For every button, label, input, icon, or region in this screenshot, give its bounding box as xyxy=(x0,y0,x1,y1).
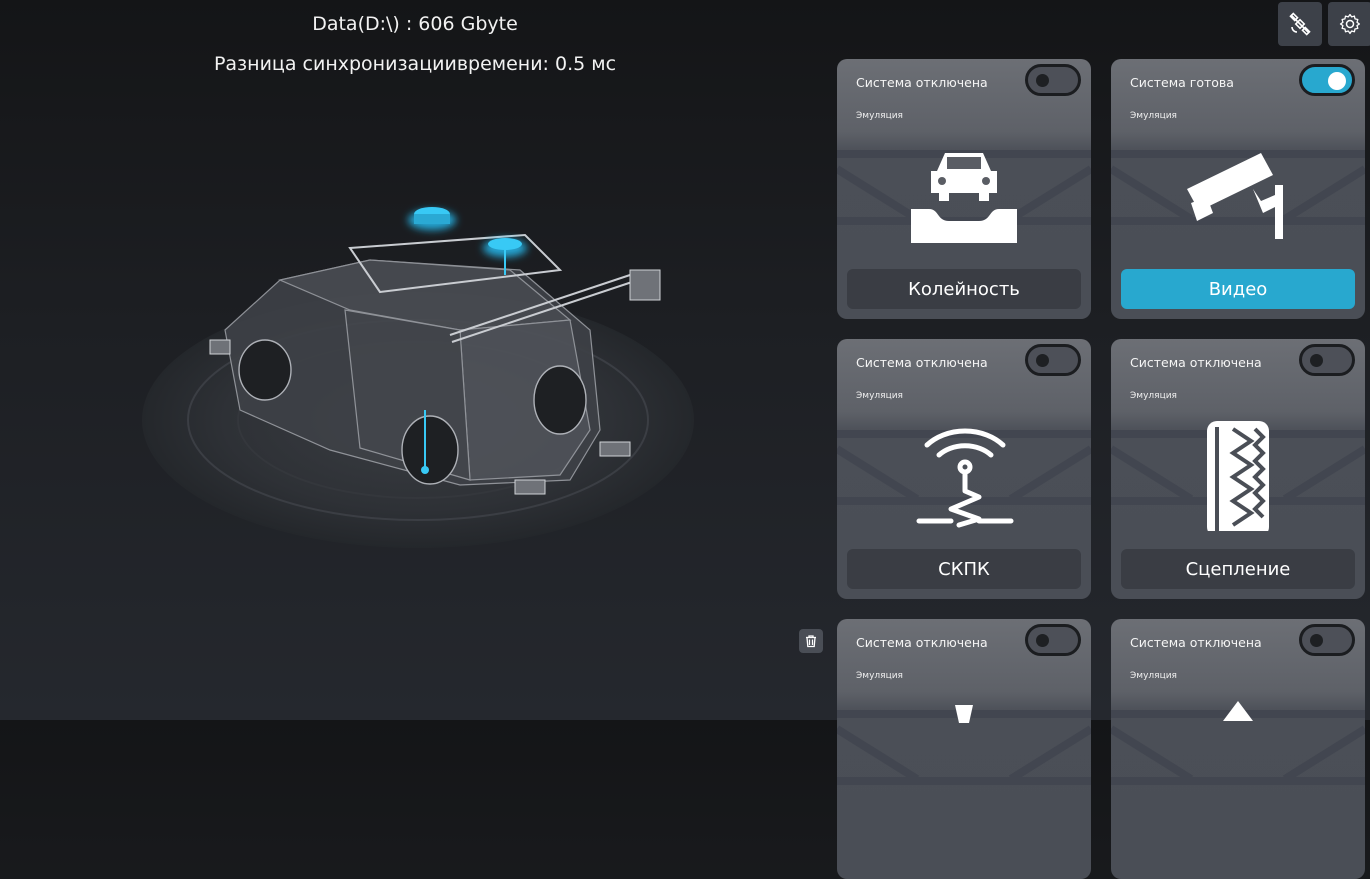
card-skpk: Система отключена Эмуляция СКПК xyxy=(837,339,1091,599)
card-direction: Система отключена Эмуляция xyxy=(1111,619,1365,879)
sync-info: Разница синхронизациивремени: 0.5 мс xyxy=(213,53,617,75)
sensor-icon xyxy=(955,705,973,723)
card-label-button[interactable]: Сцепление xyxy=(1121,549,1355,589)
system-toggle[interactable] xyxy=(1025,344,1081,376)
signal-sensor-icon xyxy=(916,428,1014,528)
card-mode: Эмуляция xyxy=(1130,391,1177,401)
system-toggle[interactable] xyxy=(1299,344,1355,376)
trash-icon xyxy=(806,635,816,648)
card-sensor: Система отключена Эмуляция xyxy=(837,619,1091,879)
system-toggle[interactable] xyxy=(1299,64,1355,96)
card-status: Система отключена xyxy=(856,75,988,90)
delete-button[interactable] xyxy=(799,629,823,653)
arrow-icon xyxy=(1223,701,1253,721)
system-toggle[interactable] xyxy=(1025,64,1081,96)
card-status: Система готова xyxy=(1130,75,1234,90)
card-mode: Эмуляция xyxy=(1130,111,1177,121)
camera-icon xyxy=(1187,153,1283,239)
card-status: Система отключена xyxy=(856,635,988,650)
vehicle-illustration xyxy=(142,207,694,548)
system-toggle[interactable] xyxy=(1299,624,1355,656)
card-status: Система отключена xyxy=(1130,635,1262,650)
card-mode: Эмуляция xyxy=(856,391,903,401)
satellite-icon xyxy=(1289,12,1311,36)
card-label-button[interactable]: СКПК xyxy=(847,549,1081,589)
card-mode: Эмуляция xyxy=(856,111,903,121)
card-mode: Эмуляция xyxy=(856,671,903,681)
car-rut-icon xyxy=(911,153,1017,243)
card-video: Система готова Эмуляция Видео xyxy=(1111,59,1365,319)
card-status: Система отключена xyxy=(1130,355,1262,370)
system-toggle[interactable] xyxy=(1025,624,1081,656)
card-label-button[interactable]: Колейность xyxy=(847,269,1081,309)
card-label-button[interactable]: Видео xyxy=(1121,269,1355,309)
satellite-button[interactable] xyxy=(1278,2,1322,46)
tire-icon xyxy=(1207,421,1269,531)
disk-info: Data(D:\) : 606 Gbyte xyxy=(312,13,518,35)
card-rut: Система отключена Эмуляция Колейность xyxy=(837,59,1091,319)
gear-icon xyxy=(1339,13,1361,35)
card-mode: Эмуляция xyxy=(1130,671,1177,681)
settings-button[interactable] xyxy=(1328,2,1370,46)
card-status: Система отключена xyxy=(856,355,988,370)
card-traction: Система отключена Эмуляция Сцепление xyxy=(1111,339,1365,599)
